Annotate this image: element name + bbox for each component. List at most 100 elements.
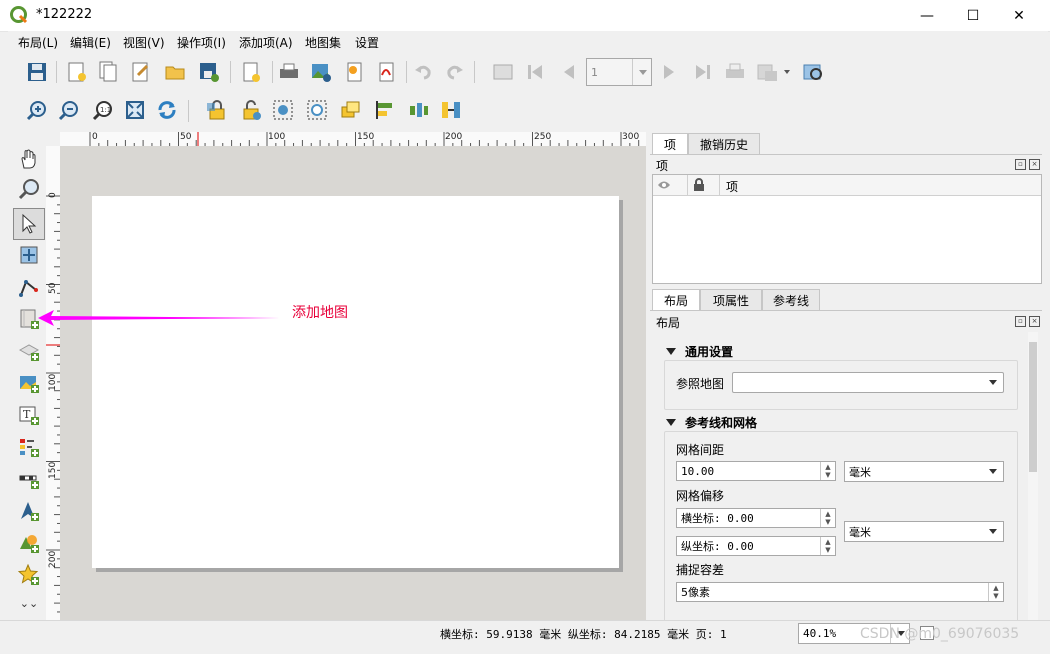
- close-icon[interactable]: ×: [1029, 159, 1040, 170]
- export-svg-icon[interactable]: [342, 59, 368, 85]
- menu-layout[interactable]: 布局(L): [18, 34, 58, 51]
- close-button[interactable]: ✕: [996, 0, 1042, 31]
- grid-offset-unit-select[interactable]: 毫米: [844, 521, 1004, 542]
- toolbar-navigation: 1:1: [8, 92, 508, 128]
- add-marker-icon[interactable]: [16, 562, 42, 588]
- tab-guides[interactable]: 参考线: [762, 289, 820, 311]
- align-items-icon[interactable]: [372, 97, 398, 123]
- grid-offset-unit: 毫米: [849, 525, 871, 539]
- print-icon[interactable]: [276, 59, 302, 85]
- export-pdf-icon[interactable]: [374, 59, 400, 85]
- add-shape-icon[interactable]: [16, 530, 42, 556]
- grid-spacing-label: 网格间距: [676, 443, 725, 457]
- vertical-ruler: 0 50 100 150 200: [46, 146, 61, 620]
- resize-items-icon[interactable]: [438, 97, 464, 123]
- grid-spacing-unit-select[interactable]: 毫米: [844, 461, 1004, 482]
- select-move-icon[interactable]: [13, 208, 45, 240]
- zoom-out-icon[interactable]: [56, 97, 82, 123]
- reference-map-select[interactable]: [732, 372, 1004, 393]
- atlas-page-value: 1: [591, 65, 598, 79]
- new-layout-icon[interactable]: [64, 59, 90, 85]
- atlas-first-icon[interactable]: [522, 59, 548, 85]
- unlock-items-icon[interactable]: [238, 97, 264, 123]
- chevron-down-icon[interactable]: [782, 59, 792, 85]
- zoom-in-icon[interactable]: [24, 97, 50, 123]
- grid-offset-x-input[interactable]: 横坐标: 0.00 ▲ ▼: [676, 508, 836, 528]
- export-image-icon[interactable]: [308, 59, 334, 85]
- tab-undo-history[interactable]: 撤销历史: [688, 133, 760, 155]
- menu-items[interactable]: 操作项(I): [177, 34, 226, 51]
- atlas-next-icon[interactable]: [656, 59, 682, 85]
- add-picture-icon[interactable]: [16, 370, 42, 396]
- collapse-arrow-icon[interactable]: [666, 348, 676, 355]
- group-items-icon[interactable]: [270, 97, 296, 123]
- atlas-settings-icon[interactable]: [800, 59, 826, 85]
- grid-spacing-input[interactable]: 10.00 ▲ ▼: [676, 461, 836, 481]
- ungroup-items-icon[interactable]: [304, 97, 330, 123]
- menu-settings[interactable]: 设置: [355, 34, 379, 51]
- save-icon[interactable]: [24, 59, 50, 85]
- minimize-button[interactable]: —: [904, 0, 950, 31]
- spin-arrows-icon[interactable]: ▲ ▼: [988, 583, 1003, 601]
- redo-icon[interactable]: [442, 59, 468, 85]
- menu-view[interactable]: 视图(V): [123, 34, 165, 51]
- menu-add-item[interactable]: 添加项(A): [239, 34, 293, 51]
- duplicate-layout-icon[interactable]: [96, 59, 122, 85]
- close-icon[interactable]: ×: [1029, 316, 1040, 327]
- menu-edit[interactable]: 编辑(E): [70, 34, 111, 51]
- window-title: *122222: [36, 7, 93, 22]
- lock-items-icon[interactable]: [204, 97, 230, 123]
- refresh-icon[interactable]: [154, 97, 180, 123]
- float-icon[interactable]: ▫: [1015, 159, 1026, 170]
- items-list[interactable]: 项: [652, 174, 1042, 284]
- snap-tolerance-input[interactable]: 5像素 ▲ ▼: [676, 582, 1004, 602]
- zoom-actual-icon[interactable]: 1:1: [90, 97, 116, 123]
- collapse-arrow-icon[interactable]: [666, 419, 676, 426]
- maximize-button[interactable]: ☐: [950, 0, 996, 31]
- add-scalebar-icon[interactable]: [16, 466, 42, 492]
- atlas-last-icon[interactable]: [690, 59, 716, 85]
- more-tools-icon[interactable]: ⌄⌄: [16, 594, 42, 612]
- add-legend-icon[interactable]: [16, 434, 42, 460]
- grid-offset-label: 网格偏移: [676, 489, 725, 503]
- grid-offset-y-value: 纵坐标: 0.00: [681, 540, 754, 553]
- tab-items[interactable]: 项: [652, 133, 688, 155]
- add-3d-map-icon[interactable]: [16, 338, 42, 364]
- layout-manager-icon[interactable]: [128, 59, 154, 85]
- spin-arrows-icon[interactable]: ▲ ▼: [820, 462, 835, 480]
- snap-tolerance-label: 捕捉容差: [676, 563, 725, 577]
- tab-layout[interactable]: 布局: [652, 289, 700, 311]
- spin-arrows-icon[interactable]: ▲ ▼: [820, 509, 835, 527]
- tab-item-properties[interactable]: 项属性: [700, 289, 762, 311]
- atlas-export-icon[interactable]: [754, 59, 780, 85]
- raise-items-icon[interactable]: [338, 97, 364, 123]
- pan-hand-icon[interactable]: [16, 146, 42, 172]
- zoom-full-icon[interactable]: [122, 97, 148, 123]
- atlas-print-icon[interactable]: [722, 59, 748, 85]
- reference-map-label: 参照地图: [676, 377, 725, 391]
- layout-page[interactable]: [92, 196, 619, 568]
- distribute-items-icon[interactable]: [406, 97, 432, 123]
- horizontal-ruler: 0 50 100 150 200 250 300: [60, 132, 646, 147]
- new-page-icon[interactable]: [238, 59, 264, 85]
- scrollbar[interactable]: [1028, 332, 1038, 620]
- spin-arrows-icon[interactable]: ▲ ▼: [820, 537, 835, 555]
- atlas-prev-icon[interactable]: [556, 59, 582, 85]
- ruler-h-label: 50: [180, 132, 192, 142]
- float-icon[interactable]: ▫: [1015, 316, 1026, 327]
- grid-offset-y-input[interactable]: 纵坐标: 0.00 ▲ ▼: [676, 536, 836, 556]
- undo-icon[interactable]: [410, 59, 436, 85]
- add-north-arrow-icon[interactable]: [16, 498, 42, 524]
- open-folder-icon[interactable]: [162, 59, 188, 85]
- move-content-icon[interactable]: [16, 242, 42, 268]
- add-label-icon[interactable]: T: [16, 402, 42, 428]
- atlas-page-input[interactable]: 1: [586, 58, 652, 86]
- atlas-preview-icon[interactable]: [490, 59, 516, 85]
- menu-atlas[interactable]: 地图集: [305, 34, 341, 51]
- save-as-template-icon[interactable]: [196, 59, 222, 85]
- zoom-tool-icon[interactable]: [16, 176, 42, 202]
- edit-nodes-icon[interactable]: [16, 274, 42, 300]
- items-col-header: 项: [726, 180, 739, 194]
- ruler-v-label: 150: [48, 461, 58, 479]
- snap-tolerance-value: 5像素: [681, 586, 710, 599]
